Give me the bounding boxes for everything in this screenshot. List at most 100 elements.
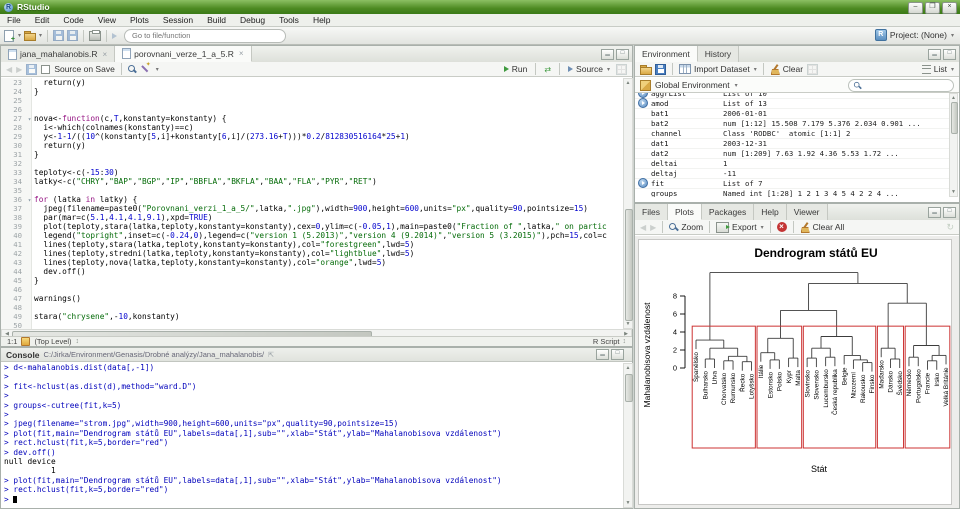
menu-code[interactable]: Code [56, 15, 90, 25]
menu-tools[interactable]: Tools [272, 15, 306, 25]
next-plot-icon[interactable]: ▶ [650, 223, 656, 232]
code-line: 38 par(mar=c(5.1,4.1,4.1,9.1),xpd=TRUE) [1, 213, 623, 222]
menu-edit[interactable]: Edit [28, 15, 57, 25]
scroll-thumb[interactable] [951, 102, 958, 134]
minimize-button[interactable]: – [908, 2, 923, 14]
code-line: 48 [1, 303, 623, 312]
tab-help[interactable]: Help [754, 204, 786, 220]
open-file-icon[interactable] [24, 31, 35, 40]
code-line: 50 [1, 321, 623, 329]
menu-view[interactable]: View [91, 15, 123, 25]
previous-plot-icon[interactable]: ◀ [640, 223, 646, 232]
environment-search-box[interactable] [848, 79, 954, 92]
minimize-pane-icon[interactable]: ▁ [596, 349, 609, 360]
code-editor[interactable]: 23 return(y)24 }25 26 27▾nova<-function(… [1, 78, 623, 329]
import-dataset-icon [679, 64, 691, 74]
remove-plot-icon[interactable] [777, 222, 787, 232]
console-vscrollbar[interactable]: ▲▼ [623, 363, 633, 508]
tab-history[interactable]: History [698, 46, 739, 62]
source-on-save-checkbox[interactable] [41, 65, 50, 74]
refresh-icon[interactable]: ↻ [946, 222, 954, 233]
menu-file[interactable]: File [0, 15, 28, 25]
dendrogram-plot: ŠpanělskoBulharskoLitvaChorvatskoRumunsk… [638, 239, 952, 505]
tab-packages[interactable]: Packages [702, 204, 754, 220]
tab-files[interactable]: Files [635, 204, 668, 220]
rerun-icon[interactable]: ⇄ [544, 65, 551, 74]
zoom-button[interactable]: Zoom [669, 222, 703, 232]
list-view-button[interactable]: List ▾ [922, 64, 954, 74]
console-line: > [4, 495, 622, 504]
code-line: 39 plot(teploty,stara(latka,teploty,kons… [1, 222, 623, 231]
print-icon[interactable] [89, 31, 101, 41]
external-link-icon[interactable]: ⇱ [268, 351, 274, 359]
minimize-pane-icon[interactable]: ▁ [928, 49, 941, 60]
tab-environment[interactable]: Environment [635, 46, 698, 62]
project-selector[interactable]: R Project: (None) ▾ [875, 29, 954, 41]
goto-file-function-input[interactable] [130, 30, 264, 41]
forward-icon[interactable]: ▶ [16, 65, 22, 74]
goto-file-function-box[interactable] [124, 29, 286, 43]
code-line: 49 stara("chrysene",-10,konstanty) [1, 312, 623, 321]
load-workspace-icon[interactable] [640, 65, 651, 74]
maximize-pane-icon[interactable]: □ [616, 49, 629, 60]
scroll-thumb[interactable] [625, 209, 633, 321]
environment-vscrollbar[interactable]: ▲▼ [949, 93, 958, 197]
menu-plots[interactable]: Plots [123, 15, 156, 25]
minimize-pane-icon[interactable]: ▁ [928, 207, 941, 218]
back-icon[interactable]: ◀ [6, 65, 12, 74]
maximize-pane-icon[interactable]: □ [611, 349, 624, 360]
file-type-label[interactable]: R Script [593, 337, 620, 346]
expand-icon[interactable] [638, 178, 648, 188]
save-workspace-icon[interactable] [655, 64, 666, 75]
new-file-icon[interactable] [4, 30, 14, 42]
menu-help[interactable]: Help [306, 15, 337, 25]
source-button[interactable]: Source ▾ [568, 64, 610, 74]
dendrogram-svg: ŠpanělskoBulharskoLitvaChorvatskoRumunsk… [639, 240, 951, 504]
scope-chooser-icon[interactable]: ↕ [76, 338, 80, 345]
tab-plots[interactable]: Plots [668, 204, 702, 220]
menu-session[interactable]: Session [156, 15, 200, 25]
maximize-pane-icon[interactable]: □ [943, 207, 956, 218]
maximize-pane-icon[interactable]: □ [943, 49, 956, 60]
clear-button[interactable]: Clear [770, 64, 803, 74]
tab-viewer[interactable]: Viewer [787, 204, 828, 220]
outline-icon[interactable] [616, 64, 627, 75]
svg-text:Portugalsko: Portugalsko [915, 369, 922, 403]
svg-text:Itálie: Itálie [758, 364, 765, 378]
refresh-grid-icon[interactable] [807, 64, 818, 75]
global-environment-label[interactable]: Global Environment [655, 80, 730, 90]
code-line: 43 lines(teploty,nova(latka,teploty,kons… [1, 258, 623, 267]
tab-porovnani-verze-1-a-5-r[interactable]: porovnani_verze_1_a_5.R× [115, 46, 251, 62]
console-line: > groups<-cutree(fit,k=5) [4, 401, 622, 410]
close-button[interactable]: × [942, 2, 957, 14]
import-dataset-button[interactable]: Import Dataset ▾ [679, 64, 757, 74]
environment-row[interactable]: groupsNamed int [1:28] 1 2 1 3 4 5 4 2 2… [635, 188, 949, 197]
clear-all-button[interactable]: Clear All [800, 222, 845, 232]
code-line: 36▾for (latka in latky) { [1, 195, 623, 204]
menu-build[interactable]: Build [200, 15, 233, 25]
expand-icon[interactable] [638, 98, 648, 108]
find-icon[interactable] [128, 65, 137, 74]
editor-save-icon[interactable] [26, 64, 37, 75]
minimize-pane-icon[interactable]: ▁ [601, 49, 614, 60]
code-line: 37 jpeg(filename=paste0("Porovnani_verzi… [1, 204, 623, 213]
svg-text:Stát: Stát [811, 464, 828, 474]
console-caret[interactable] [13, 496, 17, 503]
scroll-thumb[interactable] [625, 374, 633, 402]
tab-jana-mahalanobis-r[interactable]: jana_mahalanobis.R× [1, 46, 115, 62]
console-output[interactable]: > d<-mahalanobis.dist(data[,-1])>> fit<-… [4, 363, 622, 508]
restore-button[interactable]: ❐ [925, 2, 940, 14]
export-button[interactable]: Export ▾ [716, 222, 764, 233]
code-tools-icon[interactable] [141, 64, 151, 74]
svg-text:Velká Británie: Velká Británie [943, 367, 950, 407]
save-icon[interactable] [53, 30, 64, 41]
menu-debug[interactable]: Debug [233, 15, 272, 25]
editor-vscrollbar[interactable]: ▲▼ [623, 78, 633, 329]
close-icon[interactable]: × [103, 50, 108, 59]
save-all-icon[interactable] [67, 30, 78, 41]
close-icon[interactable]: × [239, 49, 244, 58]
run-button[interactable]: Run [504, 64, 528, 74]
svg-text:Litva: Litva [712, 371, 719, 385]
window-titlebar: R RStudio – ❐ × [0, 0, 960, 14]
scope-label[interactable]: (Top Level) [34, 337, 71, 346]
